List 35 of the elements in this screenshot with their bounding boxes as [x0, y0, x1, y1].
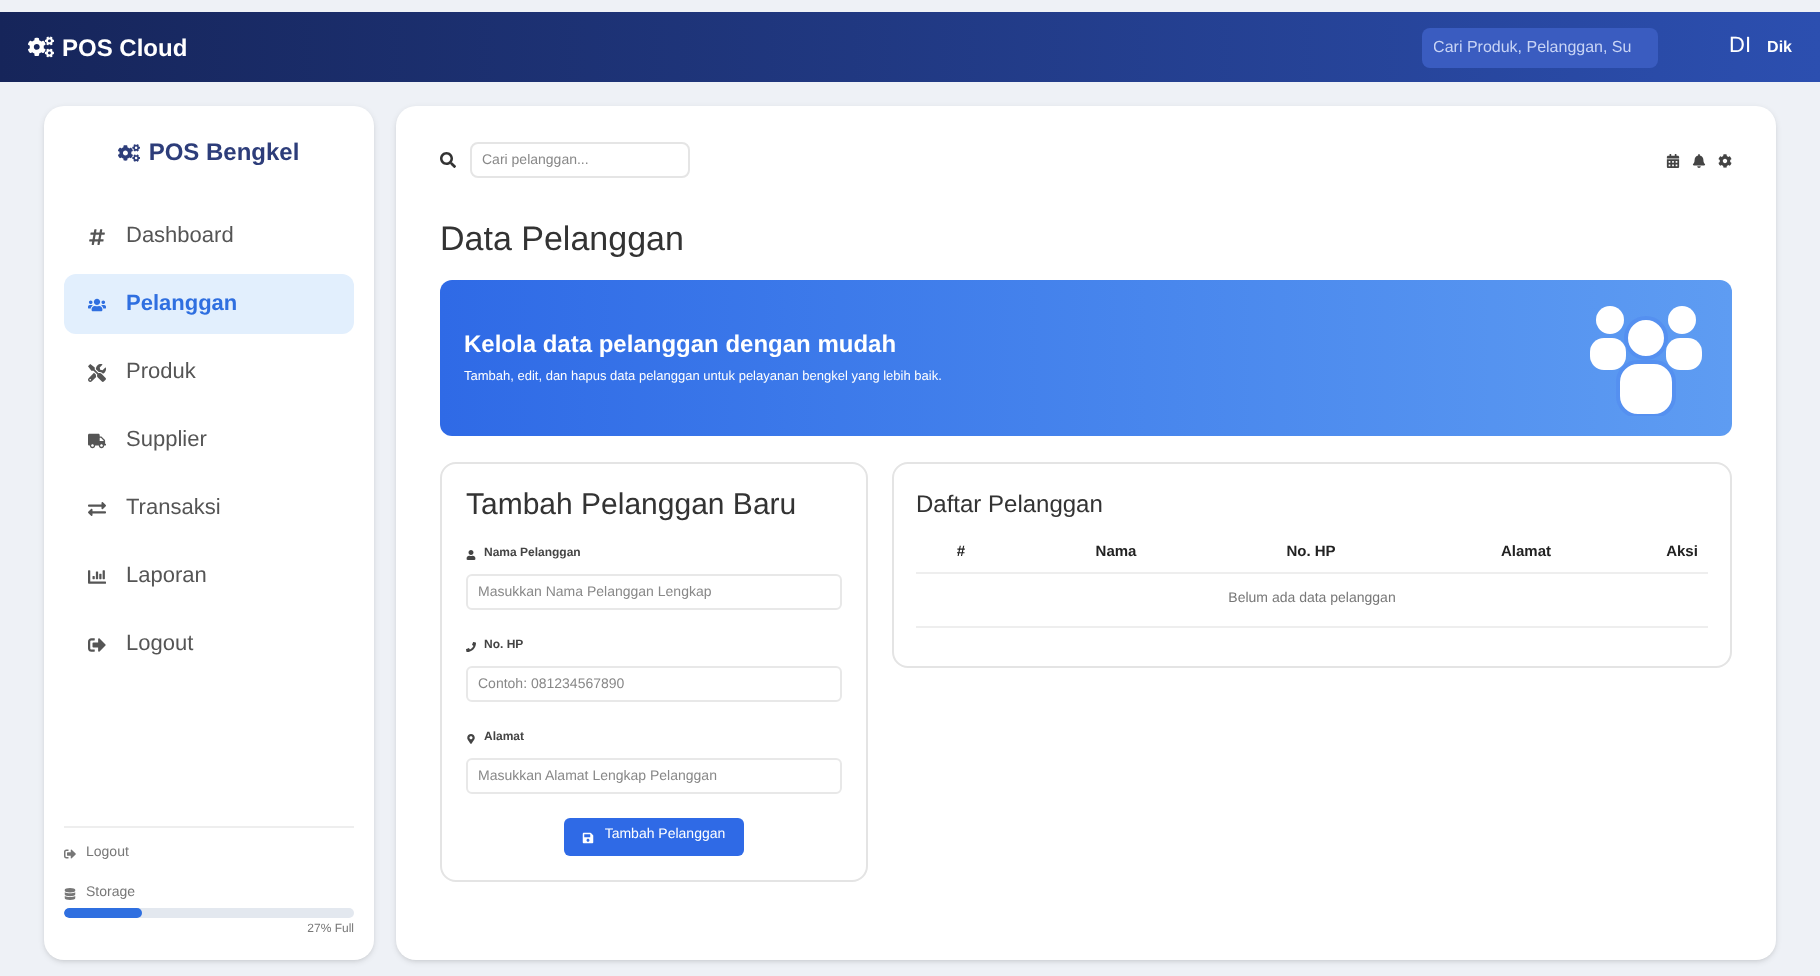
map-pin-icon	[466, 734, 476, 744]
phone-icon	[466, 642, 476, 652]
table-title: Daftar Pelanggan	[916, 487, 1105, 521]
page-title: Data Pelanggan	[440, 218, 686, 262]
form-title: Tambah Pelanggan Baru	[466, 485, 799, 525]
save-icon	[582, 831, 595, 843]
banner-heading: Kelola data pelanggan dengan mudah	[464, 328, 899, 363]
tools-icon	[88, 363, 106, 381]
search-field[interactable]: Cari Produk, Pelanggan, Su	[1421, 27, 1658, 67]
hashtag-icon	[88, 227, 106, 245]
settings-icon[interactable]	[1718, 153, 1732, 167]
nav-item[interactable]: Produk	[64, 342, 354, 402]
truck-icon	[88, 431, 106, 449]
logout-icon	[88, 635, 106, 653]
search-icon	[440, 152, 456, 168]
logout-icon	[64, 848, 76, 861]
chart-icon	[88, 567, 106, 585]
arrows-icon	[88, 499, 106, 517]
gears-icon	[28, 34, 54, 60]
nav-item[interactable]: Logout	[64, 614, 354, 674]
app-brand: POS Cloud	[62, 31, 188, 65]
user-name[interactable]: Dik	[1767, 35, 1792, 59]
calendar-icon[interactable]	[1666, 153, 1680, 167]
database-icon	[64, 887, 76, 900]
nav-item[interactable]: Laporan	[64, 546, 354, 606]
gears-icon	[118, 141, 141, 163]
nav-item[interactable]: Supplier	[64, 410, 354, 470]
nav-item[interactable]: Pelanggan	[64, 274, 354, 334]
user-icon	[466, 550, 476, 560]
user-initials[interactable]: DI	[1729, 30, 1752, 64]
nav-item[interactable]: Dashboard	[64, 206, 354, 266]
bell-icon[interactable]	[1692, 153, 1706, 167]
users-icon	[88, 295, 106, 313]
nav-item[interactable]: Transaksi	[64, 478, 354, 538]
sidebar-brand: POS Bengkel	[148, 136, 300, 170]
